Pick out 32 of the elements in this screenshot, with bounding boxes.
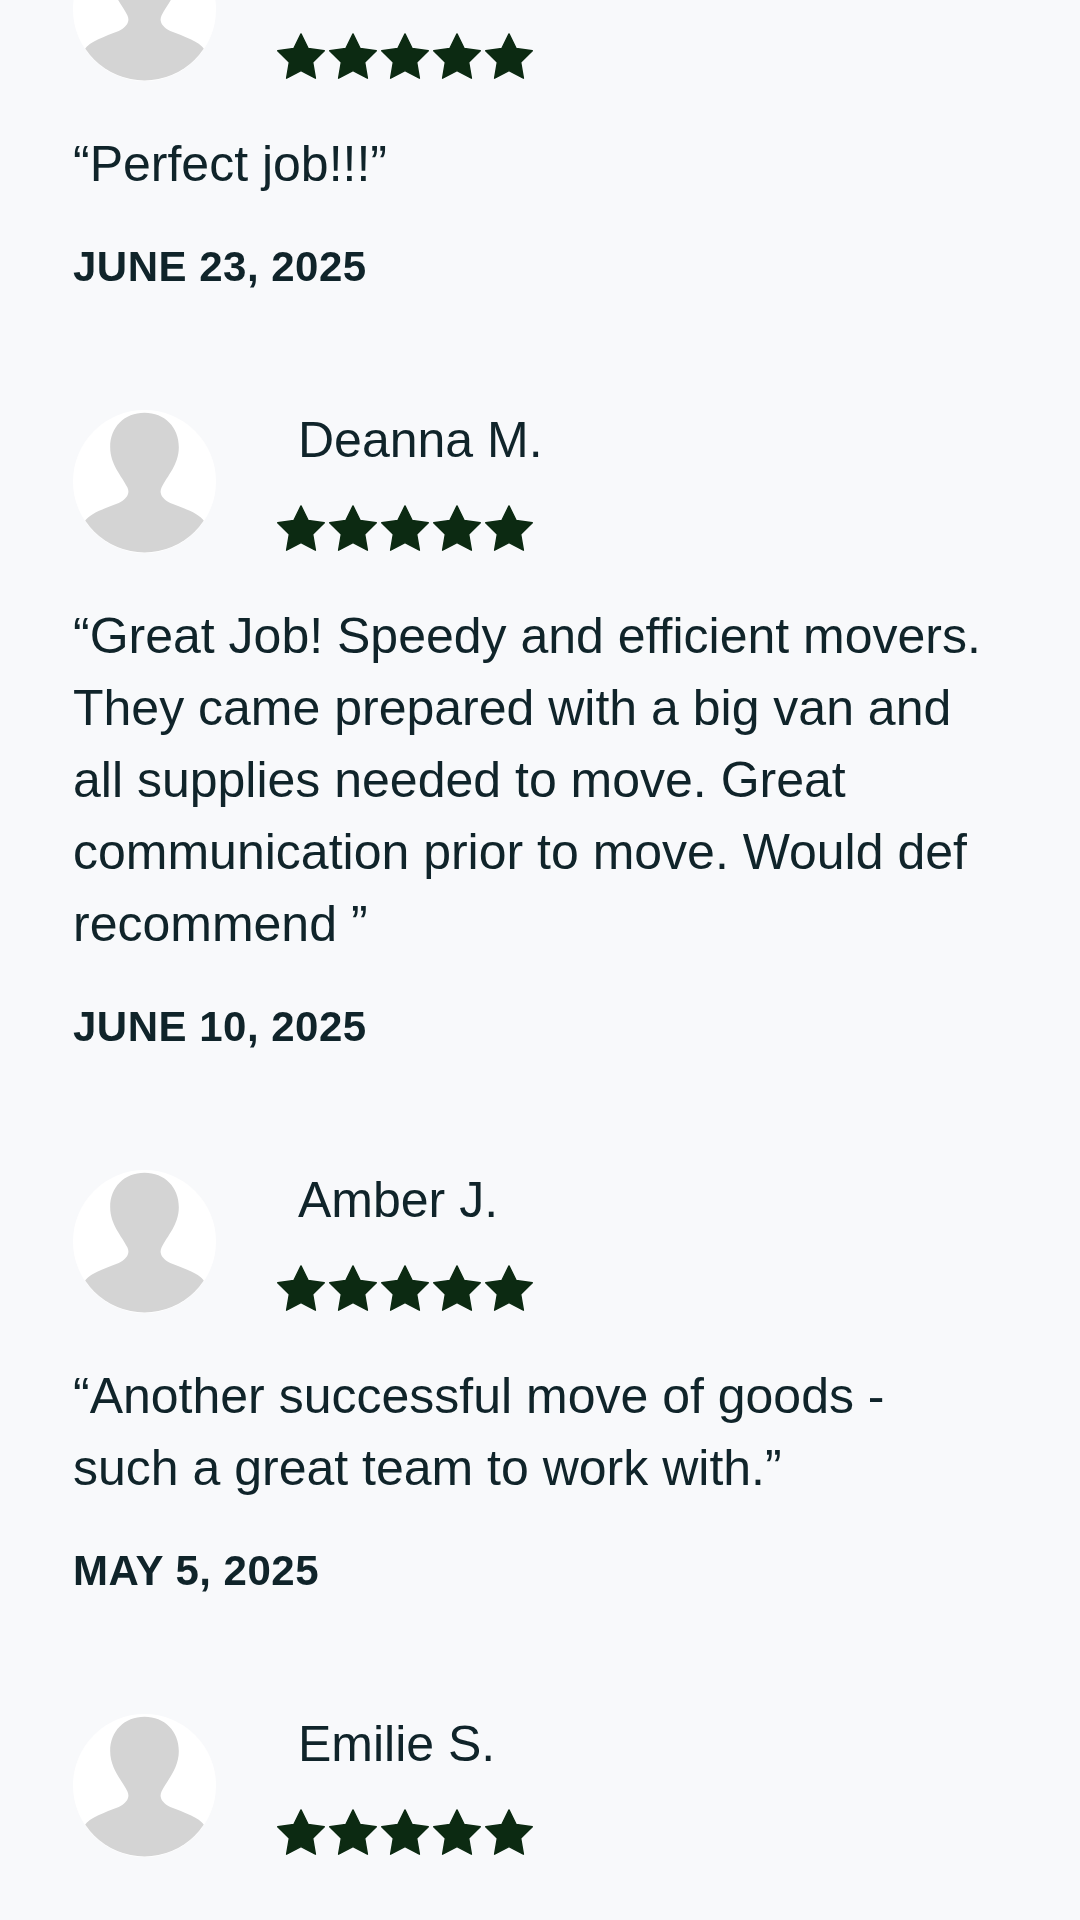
star-icon xyxy=(485,1809,533,1855)
review-quote: “Another successful move of goods - such a great team to work with.” xyxy=(73,1367,886,1498)
avatar-icon xyxy=(73,1714,216,1857)
star-icon xyxy=(329,1265,377,1311)
review-quote: “Perfect job!!!” xyxy=(73,135,388,194)
star-icon xyxy=(381,33,429,79)
star-icon xyxy=(329,1809,377,1855)
star-icon xyxy=(381,1265,429,1311)
star-icon xyxy=(381,1809,429,1855)
star-icon xyxy=(277,1809,325,1855)
reviewer-name: Deanna M. xyxy=(298,411,543,470)
avatar-icon xyxy=(73,410,216,553)
star-icon xyxy=(433,33,481,79)
star-icon xyxy=(485,1265,533,1311)
star-icon xyxy=(329,33,377,79)
star-icon xyxy=(277,505,325,551)
star-icon xyxy=(433,505,481,551)
star-icon xyxy=(485,33,533,79)
star-icon xyxy=(433,1265,481,1311)
review-date: MAY 5, 2025 xyxy=(73,1546,319,1596)
reviewer-name: Emilie S. xyxy=(298,1715,496,1774)
star-icon xyxy=(277,33,325,79)
review-date: JUNE 10, 2025 xyxy=(73,1002,367,1052)
avatar-icon xyxy=(73,1170,216,1313)
star-icon xyxy=(381,505,429,551)
star-icon xyxy=(277,1265,325,1311)
review-quote: “Great Job! Speedy and efficient movers. They came prepared with a big van and all supplies needed to move. Great communication prior to move. Would def recommend ” xyxy=(73,607,982,954)
star-icon xyxy=(485,505,533,551)
review-date: JUNE 23, 2025 xyxy=(73,242,367,292)
star-icon xyxy=(433,1809,481,1855)
star-icon xyxy=(329,505,377,551)
reviewer-name: Amber J. xyxy=(298,1171,499,1230)
